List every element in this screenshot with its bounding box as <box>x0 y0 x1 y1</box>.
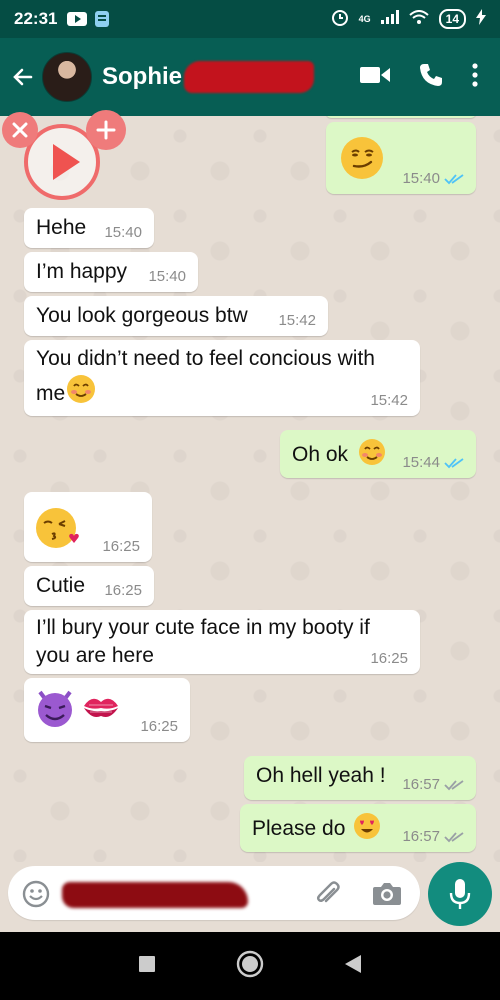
close-overlay-button[interactable] <box>2 112 38 148</box>
add-overlay-button[interactable] <box>86 110 126 150</box>
app-notification-icon <box>95 11 110 27</box>
chat-header: Sophie <box>0 38 500 116</box>
smiling-face-emoji <box>358 438 386 472</box>
message-bubble-incoming[interactable]: Cutie 16:25 <box>24 566 154 606</box>
devil-and-kiss-mark-emoji <box>34 686 122 728</box>
message-bubble-incoming[interactable]: I’m happy 15:40 <box>24 252 198 292</box>
voice-record-button[interactable] <box>428 862 492 926</box>
message-text-line: me <box>36 381 66 405</box>
battery-level: 14 <box>445 12 459 26</box>
system-navigation-bar <box>0 932 500 1000</box>
emoji-button[interactable] <box>22 880 50 913</box>
home-button[interactable] <box>236 950 264 983</box>
more-vert-icon <box>472 62 478 87</box>
message-bubble-incoming[interactable]: Hehe 15:40 <box>24 208 154 248</box>
name-redaction <box>184 61 315 93</box>
message-text: Please do <box>252 816 346 840</box>
alarm-icon <box>331 8 349 31</box>
message-text: Cutie <box>36 574 86 597</box>
phone-icon <box>420 63 442 86</box>
message-text: I’m happy <box>36 260 128 283</box>
message-time: 15:40 <box>402 170 440 187</box>
message-time: 15:42 <box>370 392 408 409</box>
back-button[interactable] <box>4 38 42 116</box>
message-input[interactable] <box>8 866 420 920</box>
paperclip-icon <box>317 881 340 903</box>
circle-icon <box>236 950 264 977</box>
smiling-devil-icon <box>38 690 72 727</box>
message-time: 16:25 <box>102 538 140 555</box>
chat-area[interactable]: 15:40 Hehe 15:40 I’m happy 15:40 You loo… <box>0 116 500 862</box>
plus-icon <box>96 120 116 140</box>
message-text: Hehe <box>36 216 87 239</box>
message-bubble-incoming[interactable]: You didn’t need to feel concious with me… <box>24 340 420 416</box>
network-type-label: 4G <box>358 14 371 24</box>
triangle-back-icon <box>345 954 361 973</box>
message-time: 16:25 <box>104 582 142 599</box>
message-text: Oh ok <box>292 442 349 466</box>
smiling-face-emoji <box>66 374 96 413</box>
delivered-double-check-icon <box>444 779 464 790</box>
message-text-line: You didn’t need to feel concious with <box>36 347 375 370</box>
message-bubble-outgoing[interactable]: Please do 16:57 <box>240 804 476 852</box>
battery-indicator: 14 <box>438 9 466 29</box>
read-double-check-icon <box>444 457 464 468</box>
message-text-line: I’ll bury your cute face in my booty if <box>36 616 370 639</box>
message-bubble-outgoing[interactable]: Oh ok 15:44 <box>280 430 476 478</box>
face-blowing-kiss-emoji <box>34 504 82 558</box>
message-time: 15:42 <box>278 312 316 329</box>
recent-apps-button[interactable] <box>138 955 156 978</box>
message-bubble-incoming[interactable]: 16:25 <box>24 678 190 742</box>
message-meta: 16:57 <box>402 828 464 845</box>
screen-recorder-overlay <box>0 110 130 206</box>
attach-button[interactable] <box>314 880 342 913</box>
input-text-redaction <box>62 882 248 908</box>
more-options-button[interactable] <box>472 62 478 92</box>
microphone-icon <box>449 879 471 909</box>
message-time: 16:25 <box>140 718 178 735</box>
video-camera-icon <box>360 66 390 83</box>
message-time: 15:40 <box>148 268 186 285</box>
message-text: You look gorgeous btw <box>36 304 248 327</box>
charging-icon <box>476 8 486 30</box>
message-time: 15:44 <box>402 454 440 471</box>
smirking-face-emoji <box>340 136 384 186</box>
message-bubble-incoming[interactable]: I’ll bury your cute face in my booty if … <box>24 610 420 674</box>
camera-button[interactable] <box>372 880 402 911</box>
message-text: Oh hell yeah ! <box>256 764 386 787</box>
camera-icon <box>373 883 401 905</box>
message-time: 16:57 <box>402 828 440 845</box>
message-time: 16:57 <box>402 776 440 793</box>
voice-call-button[interactable] <box>418 62 444 93</box>
message-meta: 15:44 <box>402 454 464 471</box>
back-nav-button[interactable] <box>344 954 362 979</box>
back-arrow-icon <box>13 68 33 86</box>
youtube-icon <box>67 12 88 26</box>
message-bubble-outgoing[interactable]: 15:40 <box>326 122 476 194</box>
status-time: 22:31 <box>14 9 58 28</box>
close-icon <box>12 122 28 138</box>
status-bar: 22:31 4G 14 <box>0 0 500 38</box>
delivered-double-check-icon <box>444 831 464 842</box>
contact-name[interactable]: Sophie <box>102 63 182 91</box>
heart-eyes-emoji <box>353 812 381 846</box>
message-time: 15:40 <box>104 224 142 241</box>
contact-avatar[interactable] <box>42 52 92 102</box>
message-bubble-incoming[interactable]: 16:25 <box>24 492 152 562</box>
square-icon <box>139 955 155 972</box>
message-time: 16:25 <box>370 650 408 667</box>
video-call-button[interactable] <box>360 65 390 90</box>
message-meta: 15:40 <box>402 170 464 187</box>
message-bubble-outgoing[interactable]: Oh hell yeah ! 16:57 <box>244 756 476 800</box>
message-text-line: you are here <box>36 644 154 667</box>
emoji-icon <box>22 880 50 908</box>
wifi-icon <box>408 9 429 29</box>
message-meta: 16:57 <box>402 776 464 793</box>
kiss-mark-icon <box>84 698 118 717</box>
signal-icon <box>380 9 399 29</box>
composer-bar <box>0 862 500 932</box>
message-bubble-incoming[interactable]: You look gorgeous btw 15:42 <box>24 296 328 336</box>
partial-message-bubble <box>326 116 476 118</box>
read-double-check-icon <box>444 173 464 184</box>
